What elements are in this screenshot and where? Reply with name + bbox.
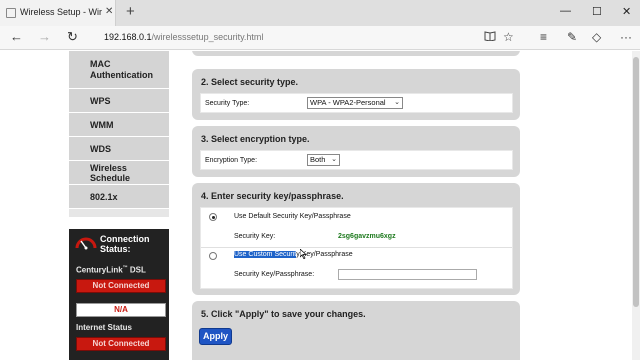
security-type-value: WPA - WPA2-Personal (310, 98, 386, 107)
na-badge: N/A (76, 303, 166, 317)
internet-status-badge: Not Connected (76, 337, 166, 351)
step2-section: 2. Select security type. Security Type: … (192, 69, 520, 120)
speed-gauge-icon (75, 237, 97, 250)
chevron-down-icon: ⌄ (394, 99, 400, 106)
divider (201, 247, 512, 248)
page-favicon-icon (6, 8, 16, 18)
default-key-option-label: Use Default Security Key/Passphrase (234, 213, 351, 220)
encryption-type-label: Encryption Type: (205, 157, 258, 164)
step3-title: 3. Select encryption type. (201, 134, 310, 144)
step4-section: 4. Enter security key/passphrase. Use De… (192, 183, 520, 295)
scrollbar-thumb[interactable] (633, 57, 639, 307)
security-key-label: Security Key: (234, 233, 276, 240)
reading-view-icon[interactable] (484, 30, 496, 44)
sidebar-item-wireless-schedule[interactable]: Wireless Schedule (69, 161, 169, 185)
custom-key-label: Security Key/Passphrase: (234, 271, 315, 278)
sidebar-item-wps[interactable]: WPS (69, 89, 169, 113)
tab-close-icon[interactable]: ✕ (105, 6, 113, 17)
sidebar: MAC Authentication WPS WMM WDS Wireless … (69, 51, 169, 217)
chevron-down-icon: ⌄ (331, 156, 337, 163)
web-note-icon[interactable]: ✎ (567, 30, 577, 44)
sidebar-item-wmm[interactable]: WMM (69, 113, 169, 137)
security-type-select[interactable]: WPA - WPA2-Personal ⌄ (307, 97, 403, 109)
more-menu-icon[interactable]: ··· (620, 30, 632, 44)
security-key-value: 2sg6gavzmu6xgz (338, 233, 396, 240)
new-tab-icon[interactable]: + (126, 3, 135, 20)
tab-title: Wireless Setup - Wireles (20, 7, 102, 17)
trademark-mark: ™ (122, 265, 128, 271)
mouse-cursor-icon (300, 249, 307, 259)
step5-section: 5. Click "Apply" to save your changes. (192, 301, 520, 360)
hub-icon[interactable]: ≡ (540, 30, 547, 44)
address-bar: ← → ↻ 192.168.0.1/wirelesssetup_security… (0, 26, 640, 50)
step3-inner: Encryption Type: Both ⌄ (200, 150, 513, 170)
connection-status-title: Connection Status: (100, 234, 150, 254)
refresh-icon[interactable]: ↻ (67, 29, 78, 45)
connection-status-panel: Connection Status: CenturyLink™ DSL Not … (69, 229, 169, 360)
tab-bar: Wireless Setup - Wireles ✕ + — ☐ ✕ (0, 0, 640, 26)
browser-tab[interactable]: Wireless Setup - Wireles ✕ (0, 0, 116, 26)
url-field[interactable]: 192.168.0.1/wirelesssetup_security.html (104, 32, 263, 42)
dsl-status-badge: Not Connected (76, 279, 166, 293)
default-key-radio[interactable] (209, 213, 217, 221)
custom-key-option-label: Use Custom Security Key/Passphrase (234, 251, 353, 258)
favorite-star-icon[interactable]: ☆ (503, 30, 514, 44)
router-page: MAC Authentication WPS WMM WDS Wireless … (0, 51, 640, 360)
step1-section (192, 51, 520, 56)
step4-title: 4. Enter security key/passphrase. (201, 191, 344, 201)
step3-section: 3. Select encryption type. Encryption Ty… (192, 126, 520, 177)
dsl-suffix: DSL (129, 265, 146, 275)
back-icon[interactable]: ← (10, 29, 23, 44)
window-close-icon[interactable]: ✕ (622, 5, 631, 18)
minimize-icon[interactable]: — (560, 5, 571, 17)
custom-key-input[interactable] (338, 269, 477, 280)
url-host: 192.168.0.1 (104, 32, 152, 42)
apply-button[interactable]: Apply (199, 328, 232, 345)
internet-status-label: Internet Status (76, 323, 133, 332)
sidebar-item-wds[interactable]: WDS (69, 137, 169, 161)
dsl-label: CenturyLink™ DSL (76, 265, 146, 275)
step2-inner: Security Type: WPA - WPA2-Personal ⌄ (200, 93, 513, 113)
step4-inner: Use Default Security Key/Passphrase Secu… (200, 207, 513, 289)
sidebar-item-802-1x[interactable]: 802.1x (69, 185, 169, 209)
encryption-type-value: Both (310, 155, 326, 164)
encryption-type-select[interactable]: Both ⌄ (307, 154, 340, 166)
share-icon[interactable]: ◇ (592, 30, 601, 44)
step2-title: 2. Select security type. (201, 77, 299, 87)
maximize-icon[interactable]: ☐ (592, 5, 602, 18)
dsl-brand: CenturyLink (76, 265, 123, 275)
custom-key-radio[interactable] (209, 252, 217, 260)
selected-text: Use Custom Securit (234, 251, 297, 258)
url-path: /wirelesssetup_security.html (151, 32, 264, 42)
step5-title: 5. Click "Apply" to save your changes. (201, 309, 366, 319)
sidebar-item-mac-authentication[interactable]: MAC Authentication (69, 51, 169, 89)
forward-icon[interactable]: → (38, 29, 51, 44)
scrollbar[interactable] (632, 51, 640, 360)
security-type-label: Security Type: (205, 100, 250, 107)
